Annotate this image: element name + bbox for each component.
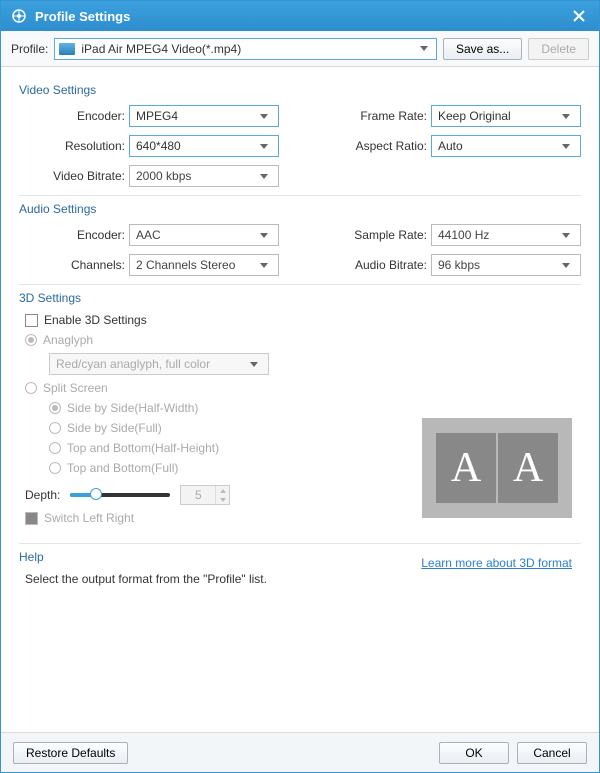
learn-more-link[interactable]: Learn more about 3D format [421, 556, 572, 570]
audio-heading: Audio Settings [19, 202, 581, 216]
split-label: Split Screen [43, 381, 108, 395]
depth-spinner: 5 [180, 485, 230, 505]
depth-label: Depth: [25, 488, 60, 502]
slider-thumb [90, 488, 102, 500]
samplerate-label: Sample Rate: [331, 228, 431, 242]
enable-3d-checkbox[interactable]: Enable 3D Settings [25, 313, 581, 327]
delete-button: Delete [528, 38, 589, 60]
checkbox-icon [25, 314, 38, 327]
chevron-down-icon [260, 263, 268, 268]
split-screen-radio: Split Screen [25, 381, 581, 395]
audio-bitrate-select[interactable]: 96 kbps [431, 254, 581, 276]
anaglyph-select: Red/cyan anaglyph, full color [49, 353, 269, 375]
profile-value: iPad Air MPEG4 Video(*.mp4) [81, 42, 416, 56]
divider [19, 284, 581, 285]
help-text: Select the output format from the "Profi… [25, 572, 581, 586]
samplerate-select[interactable]: 44100 Hz [431, 224, 581, 246]
anaglyph-label: Anaglyph [43, 333, 93, 347]
app-icon [11, 8, 27, 24]
switch-lr-label: Switch Left Right [44, 511, 134, 525]
channels-label: Channels: [19, 258, 129, 272]
depth-slider [70, 493, 170, 497]
radio-icon [49, 422, 61, 434]
radio-icon [25, 382, 37, 394]
titlebar: Profile Settings [1, 1, 599, 31]
enable-3d-label: Enable 3D Settings [44, 313, 147, 327]
chevron-down-icon [260, 174, 268, 179]
radio-icon [49, 402, 61, 414]
video-bitrate-select[interactable]: 2000 kbps [129, 165, 279, 187]
ok-button[interactable]: OK [439, 742, 509, 764]
preview-left: A [436, 433, 496, 503]
audio-encoder-select[interactable]: AAC [129, 224, 279, 246]
3d-preview: A A [422, 418, 572, 518]
resolution-select[interactable]: 640*480 [129, 135, 279, 157]
chevron-down-icon [220, 498, 226, 502]
chevron-down-icon [562, 144, 570, 149]
audio-bitrate-label: Audio Bitrate: [331, 258, 431, 272]
profile-select[interactable]: iPad Air MPEG4 Video(*.mp4) [54, 38, 437, 60]
window-title: Profile Settings [35, 9, 130, 24]
divider [19, 543, 581, 544]
video-bitrate-label: Video Bitrate: [19, 169, 129, 183]
radio-icon [49, 442, 61, 454]
audio-encoder-label: Encoder: [19, 228, 129, 242]
video-encoder-label: Encoder: [19, 109, 129, 123]
sbs-half-radio: Side by Side(Half-Width) [49, 401, 581, 415]
profile-label: Profile: [11, 42, 48, 56]
aspect-label: Aspect Ratio: [331, 139, 431, 153]
radio-icon [49, 462, 61, 474]
framerate-select[interactable]: Keep Original [431, 105, 581, 127]
chevron-down-icon [420, 46, 428, 51]
save-as-button[interactable]: Save as... [443, 38, 522, 60]
footer: Restore Defaults OK Cancel [1, 732, 599, 772]
video-encoder-select[interactable]: MPEG4 [129, 105, 279, 127]
divider [19, 195, 581, 196]
channels-select[interactable]: 2 Channels Stereo [129, 254, 279, 276]
close-button[interactable] [569, 6, 589, 26]
aspect-select[interactable]: Auto [431, 135, 581, 157]
chevron-down-icon [250, 362, 258, 367]
chevron-down-icon [562, 233, 570, 238]
ipad-icon [59, 43, 75, 55]
chevron-up-icon [220, 489, 226, 493]
chevron-down-icon [562, 114, 570, 119]
checkbox-icon [25, 512, 38, 525]
chevron-down-icon [260, 233, 268, 238]
chevron-down-icon [562, 263, 570, 268]
video-heading: Video Settings [19, 83, 581, 97]
cancel-button[interactable]: Cancel [517, 742, 587, 764]
radio-icon [25, 334, 37, 346]
framerate-label: Frame Rate: [331, 109, 431, 123]
chevron-down-icon [260, 114, 268, 119]
chevron-down-icon [260, 144, 268, 149]
preview-right: A [498, 433, 558, 503]
anaglyph-radio: Anaglyph [25, 333, 581, 347]
content: Video Settings Encoder: MPEG4 Frame Rate… [1, 67, 599, 732]
3d-heading: 3D Settings [19, 291, 581, 305]
topbar: Profile: iPad Air MPEG4 Video(*.mp4) Sav… [1, 31, 599, 67]
resolution-label: Resolution: [19, 139, 129, 153]
restore-defaults-button[interactable]: Restore Defaults [13, 742, 128, 764]
